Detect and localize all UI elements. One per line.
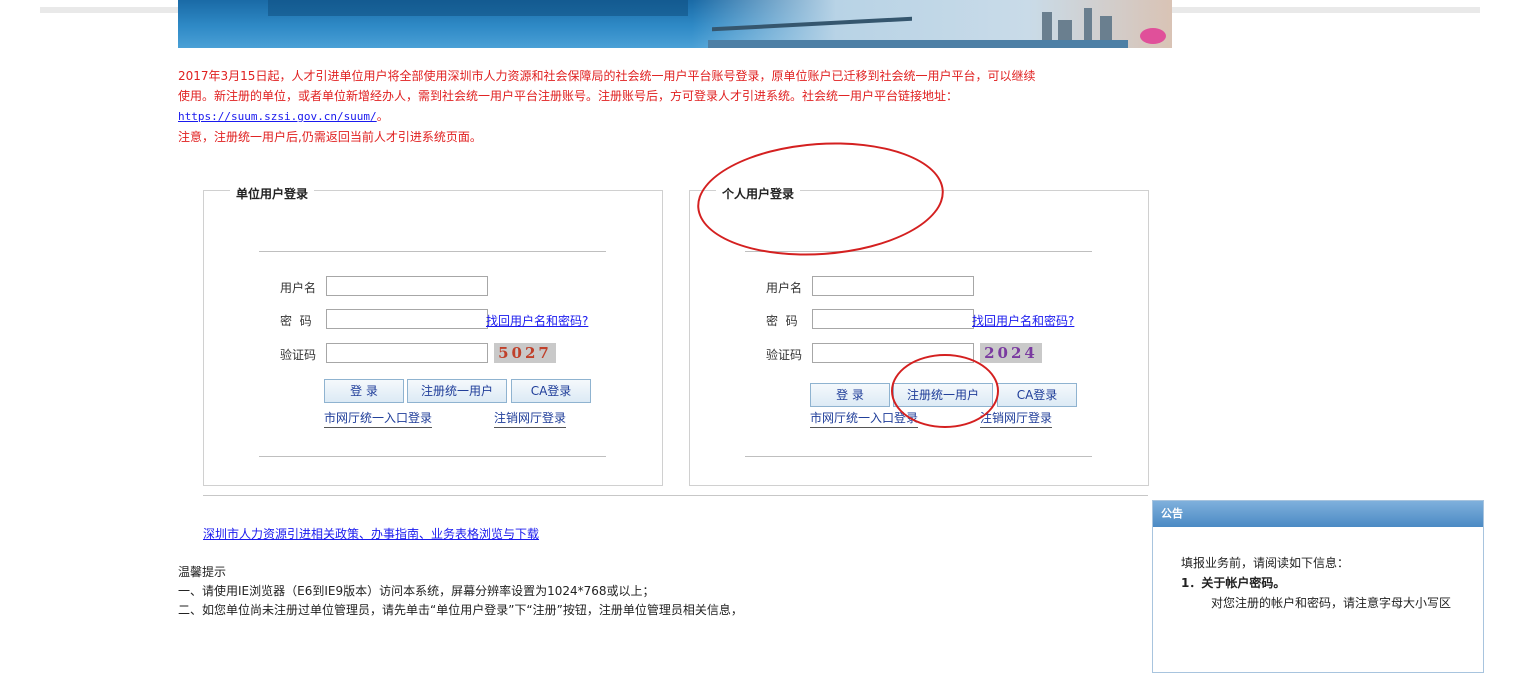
migration-notice: 2017年3月15日起，人才引进单位用户将全部使用深圳市人力资源和社会保障局的社…	[178, 66, 1178, 147]
personal-ca-login-button[interactable]: CA登录	[997, 383, 1077, 407]
tip-item-1: 一、请使用IE浏览器（E6到IE9版本）访问本系统，屏幕分辨率设置为1024*7…	[178, 584, 655, 598]
unit-portal-link[interactable]: 市网厅统一入口登录	[324, 409, 433, 428]
announcement-line-2: 1．关于帐户密码。	[1181, 576, 1286, 590]
banner-building	[1042, 12, 1052, 42]
personal-register-button[interactable]: 注册统一用户	[893, 383, 993, 407]
banner-flower	[1140, 28, 1166, 44]
unit-captcha-input[interactable]	[326, 343, 488, 363]
unit-register-button[interactable]: 注册统一用户	[407, 379, 507, 403]
password-label: 密 码	[766, 314, 798, 328]
announcement-line-3: 对您注册的帐户和密码，请注意字母大小写区	[1211, 596, 1452, 610]
banner-title-strip	[268, 0, 688, 16]
announcement-title: 公告	[1153, 501, 1483, 527]
personal-login-title: 个人用户登录	[716, 185, 801, 202]
suum-link[interactable]: https://suum.szsi.gov.cn/suum/	[178, 110, 377, 123]
policy-download-link[interactable]: 深圳市人力资源引进相关政策、办事指南、业务表格浏览与下载	[203, 525, 539, 542]
notice-link-suffix: 。	[376, 109, 389, 123]
unit-password-input[interactable]	[326, 309, 488, 329]
notice-line-2: 使用。新注册的单位，或者单位新增经办人，需到社会统一用户平台注册账号。注册账号后…	[178, 89, 959, 103]
announcement-line-1: 填报业务前，请阅读如下信息：	[1181, 556, 1350, 570]
unit-username-input[interactable]	[326, 276, 488, 296]
unit-cancel-link[interactable]: 注销网厅登录	[494, 409, 567, 428]
unit-login-button[interactable]: 登 录	[324, 379, 404, 403]
banner-building	[1058, 20, 1072, 42]
personal-username-input[interactable]	[812, 276, 974, 296]
personal-captcha-input[interactable]	[812, 343, 974, 363]
personal-captcha-image[interactable]: 2024	[980, 343, 1042, 363]
personal-login-panel: 个人用户登录 用户名 密 码 找回用户名和密码? 验证码 2024 登 录 注册…	[689, 185, 1149, 486]
username-label: 用户名	[280, 281, 317, 295]
unit-forgot-link[interactable]: 找回用户名和密码?	[486, 312, 588, 329]
banner-water	[708, 40, 1128, 48]
unit-login-title: 单位用户登录	[230, 185, 315, 202]
tip-item-2: 二、如您单位尚未注册过单位管理员，请先单击“单位用户登录”下“注册”按钮，注册单…	[178, 603, 743, 617]
announcement-panel: 公告 填报业务前，请阅读如下信息： 1．关于帐户密码。 对您注册的帐户和密码，请…	[1152, 500, 1484, 673]
divider	[259, 251, 606, 252]
unit-login-panel: 单位用户登录 用户名 密 码 找回用户名和密码? 验证码 5027 登 录 注册…	[203, 185, 663, 486]
personal-forgot-link[interactable]: 找回用户名和密码?	[972, 312, 1074, 329]
notice-line-1: 2017年3月15日起，人才引进单位用户将全部使用深圳市人力资源和社会保障局的社…	[178, 69, 1036, 83]
divider	[745, 251, 1092, 252]
personal-cancel-link[interactable]: 注销网厅登录	[980, 409, 1053, 428]
banner-building	[1084, 8, 1092, 42]
personal-password-input[interactable]	[812, 309, 974, 329]
divider	[259, 456, 606, 457]
divider	[745, 456, 1092, 457]
section-divider	[203, 495, 1148, 496]
banner-building	[1100, 16, 1112, 42]
username-label: 用户名	[766, 281, 803, 295]
personal-portal-link[interactable]: 市网厅统一入口登录	[810, 409, 919, 428]
notice-line-4: 注意，注册统一用户后,仍需返回当前人才引进系统页面。	[178, 130, 482, 144]
tips-section: 温馨提示 一、请使用IE浏览器（E6到IE9版本）访问本系统，屏幕分辨率设置为1…	[178, 563, 743, 620]
password-label: 密 码	[280, 314, 312, 328]
personal-login-button[interactable]: 登 录	[810, 383, 890, 407]
tips-title: 温馨提示	[178, 565, 227, 579]
announcement-body: 填报业务前，请阅读如下信息： 1．关于帐户密码。 对您注册的帐户和密码，请注意字…	[1153, 527, 1483, 613]
captcha-label: 验证码	[766, 348, 803, 362]
captcha-label: 验证码	[280, 348, 317, 362]
header-banner	[178, 0, 1172, 48]
unit-ca-login-button[interactable]: CA登录	[511, 379, 591, 403]
unit-captcha-image[interactable]: 5027	[494, 343, 556, 363]
